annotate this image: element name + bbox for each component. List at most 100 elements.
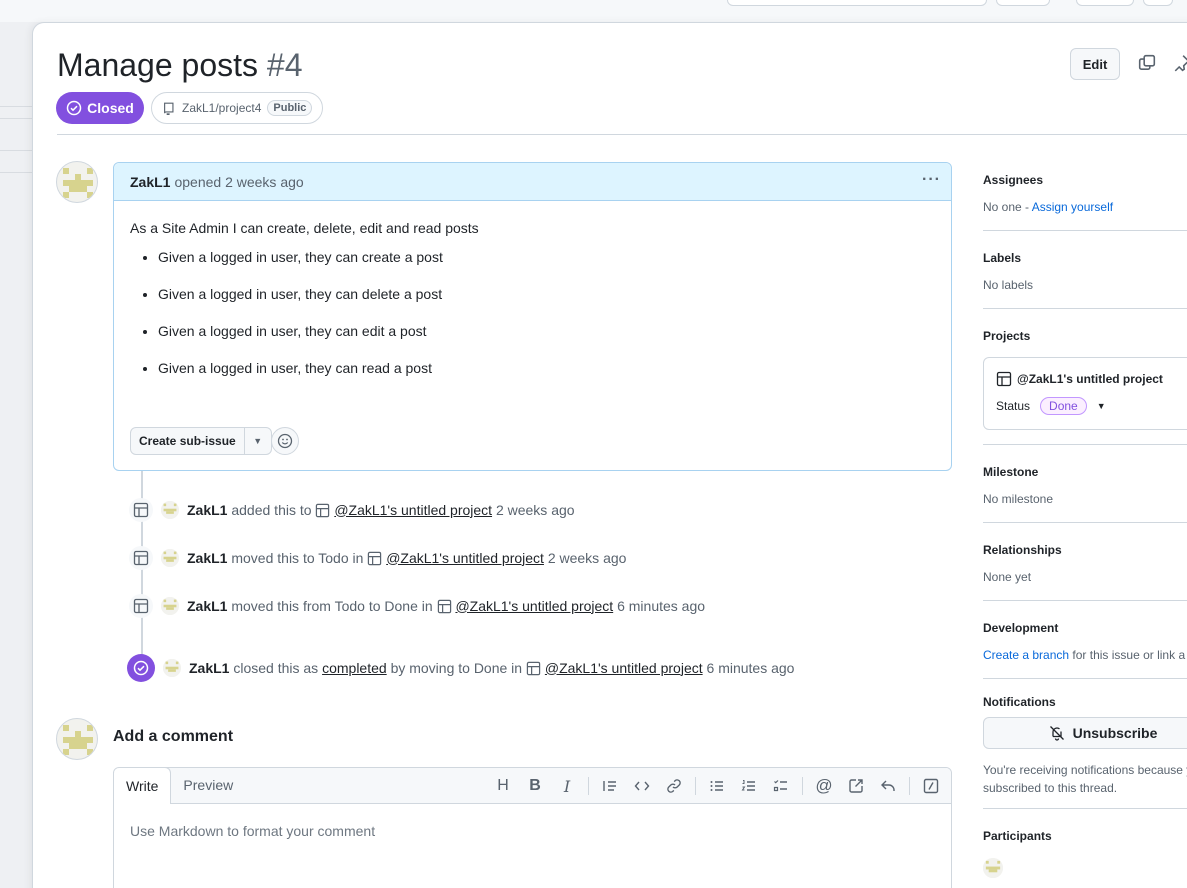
- event-actor[interactable]: ZakL1: [187, 550, 227, 566]
- list-item: Given a logged in user, they can delete …: [158, 283, 935, 305]
- italic-icon[interactable]: I: [551, 771, 583, 801]
- link-icon[interactable]: [658, 771, 690, 801]
- slash-commands-icon[interactable]: [915, 771, 947, 801]
- assign-yourself-link[interactable]: Assign yourself: [1032, 200, 1113, 214]
- notification-note: You're receiving notifications because y…: [983, 761, 1187, 797]
- event-text: moved this from Todo to Done in: [231, 597, 433, 614]
- event-project-link[interactable]: @ZakL1's untitled project: [545, 660, 703, 676]
- browser-top-bar: [0, 0, 1187, 22]
- participants-heading: Participants: [983, 829, 1052, 843]
- chevron-down-icon[interactable]: ▼: [245, 436, 271, 446]
- issue-title-text: Manage posts: [57, 47, 259, 83]
- notifications-heading: Notifications: [983, 695, 1056, 709]
- search-box[interactable]: [727, 0, 987, 6]
- status-badge[interactable]: Done: [1040, 397, 1087, 415]
- comment-textarea[interactable]: Use Markdown to format your comment: [114, 804, 951, 858]
- numbered-list-icon[interactable]: [733, 771, 765, 801]
- event-actor[interactable]: ZakL1: [187, 502, 227, 518]
- create-branch-link[interactable]: Create a branch: [983, 648, 1069, 662]
- repo-chip[interactable]: ZakL1/project4 Public: [151, 92, 324, 124]
- mention-icon[interactable]: @: [808, 771, 840, 801]
- actor-avatar[interactable]: [161, 597, 179, 615]
- status-dropdown-icon[interactable]: ▼: [1097, 401, 1106, 411]
- comment-author[interactable]: ZakL1: [130, 174, 170, 190]
- top-button[interactable]: [1076, 0, 1134, 6]
- reply-icon[interactable]: [872, 771, 904, 801]
- sidebar-divider: [983, 230, 1187, 231]
- comment-body: As a Site Admin I can create, delete, ed…: [114, 201, 951, 413]
- labels-value: No labels: [983, 278, 1034, 292]
- background-pane: [0, 22, 32, 888]
- top-icon-button[interactable]: [1143, 0, 1173, 6]
- actor-avatar[interactable]: [161, 501, 179, 519]
- bulleted-list-icon[interactable]: [701, 771, 733, 801]
- comment-meta[interactable]: opened 2 weeks ago: [174, 174, 303, 190]
- assignees-value: No one -: [983, 200, 1030, 214]
- relationships-heading[interactable]: Relationships: [983, 543, 1062, 557]
- kebab-menu-icon[interactable]: ···: [922, 171, 941, 189]
- divider: [0, 150, 32, 151]
- project-table-icon: [996, 371, 1012, 387]
- status-label: Status: [996, 399, 1031, 413]
- add-comment-heading: Add a comment: [113, 728, 234, 745]
- divider: [0, 172, 32, 173]
- event-actor[interactable]: ZakL1: [187, 598, 227, 614]
- repo-icon: [164, 102, 174, 115]
- notification-note-line: You're receiving notifications because y: [983, 763, 1187, 777]
- copy-icon[interactable]: [1138, 54, 1156, 75]
- event-time[interactable]: 6 minutes ago: [617, 598, 705, 614]
- closed-check-icon: [127, 654, 155, 682]
- actor-avatar[interactable]: [161, 549, 179, 567]
- pin-icon[interactable]: [1173, 54, 1187, 75]
- repo-name[interactable]: ZakL1/project4: [182, 101, 261, 115]
- completed-link[interactable]: completed: [322, 660, 387, 676]
- cross-reference-icon[interactable]: [840, 771, 872, 801]
- create-sub-issue-button[interactable]: Create sub-issue ▼: [130, 427, 272, 455]
- unsubscribe-button[interactable]: Unsubscribe: [983, 717, 1187, 749]
- event-project-link[interactable]: @ZakL1's untitled project: [334, 502, 492, 518]
- header-divider: [57, 134, 1187, 135]
- create-sub-issue-label[interactable]: Create sub-issue: [131, 428, 245, 454]
- assignees-heading[interactable]: Assignees: [983, 173, 1113, 187]
- code-icon[interactable]: [626, 771, 658, 801]
- sidebar-divider: [983, 308, 1187, 309]
- event-time[interactable]: 2 weeks ago: [548, 550, 627, 566]
- tab-write[interactable]: Write: [114, 768, 172, 804]
- event-project-link[interactable]: @ZakL1's untitled project: [455, 598, 613, 614]
- development-heading[interactable]: Development: [983, 621, 1187, 635]
- toolbar-separator: [588, 777, 589, 795]
- comment-intro: As a Site Admin I can create, delete, ed…: [130, 220, 479, 236]
- top-button-group[interactable]: [996, 0, 1050, 6]
- quote-icon[interactable]: [594, 771, 626, 801]
- actor-avatar[interactable]: [163, 659, 181, 677]
- event-time[interactable]: 6 minutes ago: [707, 660, 795, 676]
- tab-preview[interactable]: Preview: [171, 768, 245, 803]
- toolbar-separator: [909, 777, 910, 795]
- author-avatar[interactable]: [56, 161, 98, 203]
- participant-avatar[interactable]: [983, 858, 1003, 878]
- project-name[interactable]: @ZakL1's untitled project: [1017, 372, 1163, 386]
- milestone-heading[interactable]: Milestone: [983, 465, 1053, 479]
- toolbar-separator: [695, 777, 696, 795]
- project-title[interactable]: @ZakL1's untitled project: [996, 371, 1163, 387]
- issue-title: Manage posts #4: [57, 47, 303, 84]
- unsubscribe-label[interactable]: Unsubscribe: [1073, 725, 1158, 741]
- project-icon: [315, 503, 330, 518]
- project-status-row: Status Done ▼: [996, 397, 1106, 415]
- event-text: moved this to Todo in: [231, 549, 364, 566]
- editor-tabs: Write Preview H B I @: [114, 768, 951, 804]
- task-list-icon[interactable]: [765, 771, 797, 801]
- event-project-link[interactable]: @ZakL1's untitled project: [386, 550, 544, 566]
- edit-button[interactable]: Edit: [1070, 48, 1120, 80]
- smiley-icon[interactable]: [271, 427, 299, 455]
- heading-icon[interactable]: H: [487, 771, 519, 801]
- event-time[interactable]: 2 weeks ago: [496, 502, 575, 518]
- current-user-avatar[interactable]: [56, 718, 98, 760]
- bold-icon[interactable]: B: [519, 771, 551, 801]
- timeline-event: ZakL1 moved this to Todo in @ZakL1's unt…: [129, 546, 626, 570]
- projects-heading[interactable]: Projects: [983, 329, 1030, 343]
- event-actor[interactable]: ZakL1: [189, 660, 229, 676]
- sidebar-divider: [983, 678, 1187, 679]
- issue-state-badge: Closed: [56, 92, 144, 124]
- labels-heading[interactable]: Labels: [983, 251, 1033, 265]
